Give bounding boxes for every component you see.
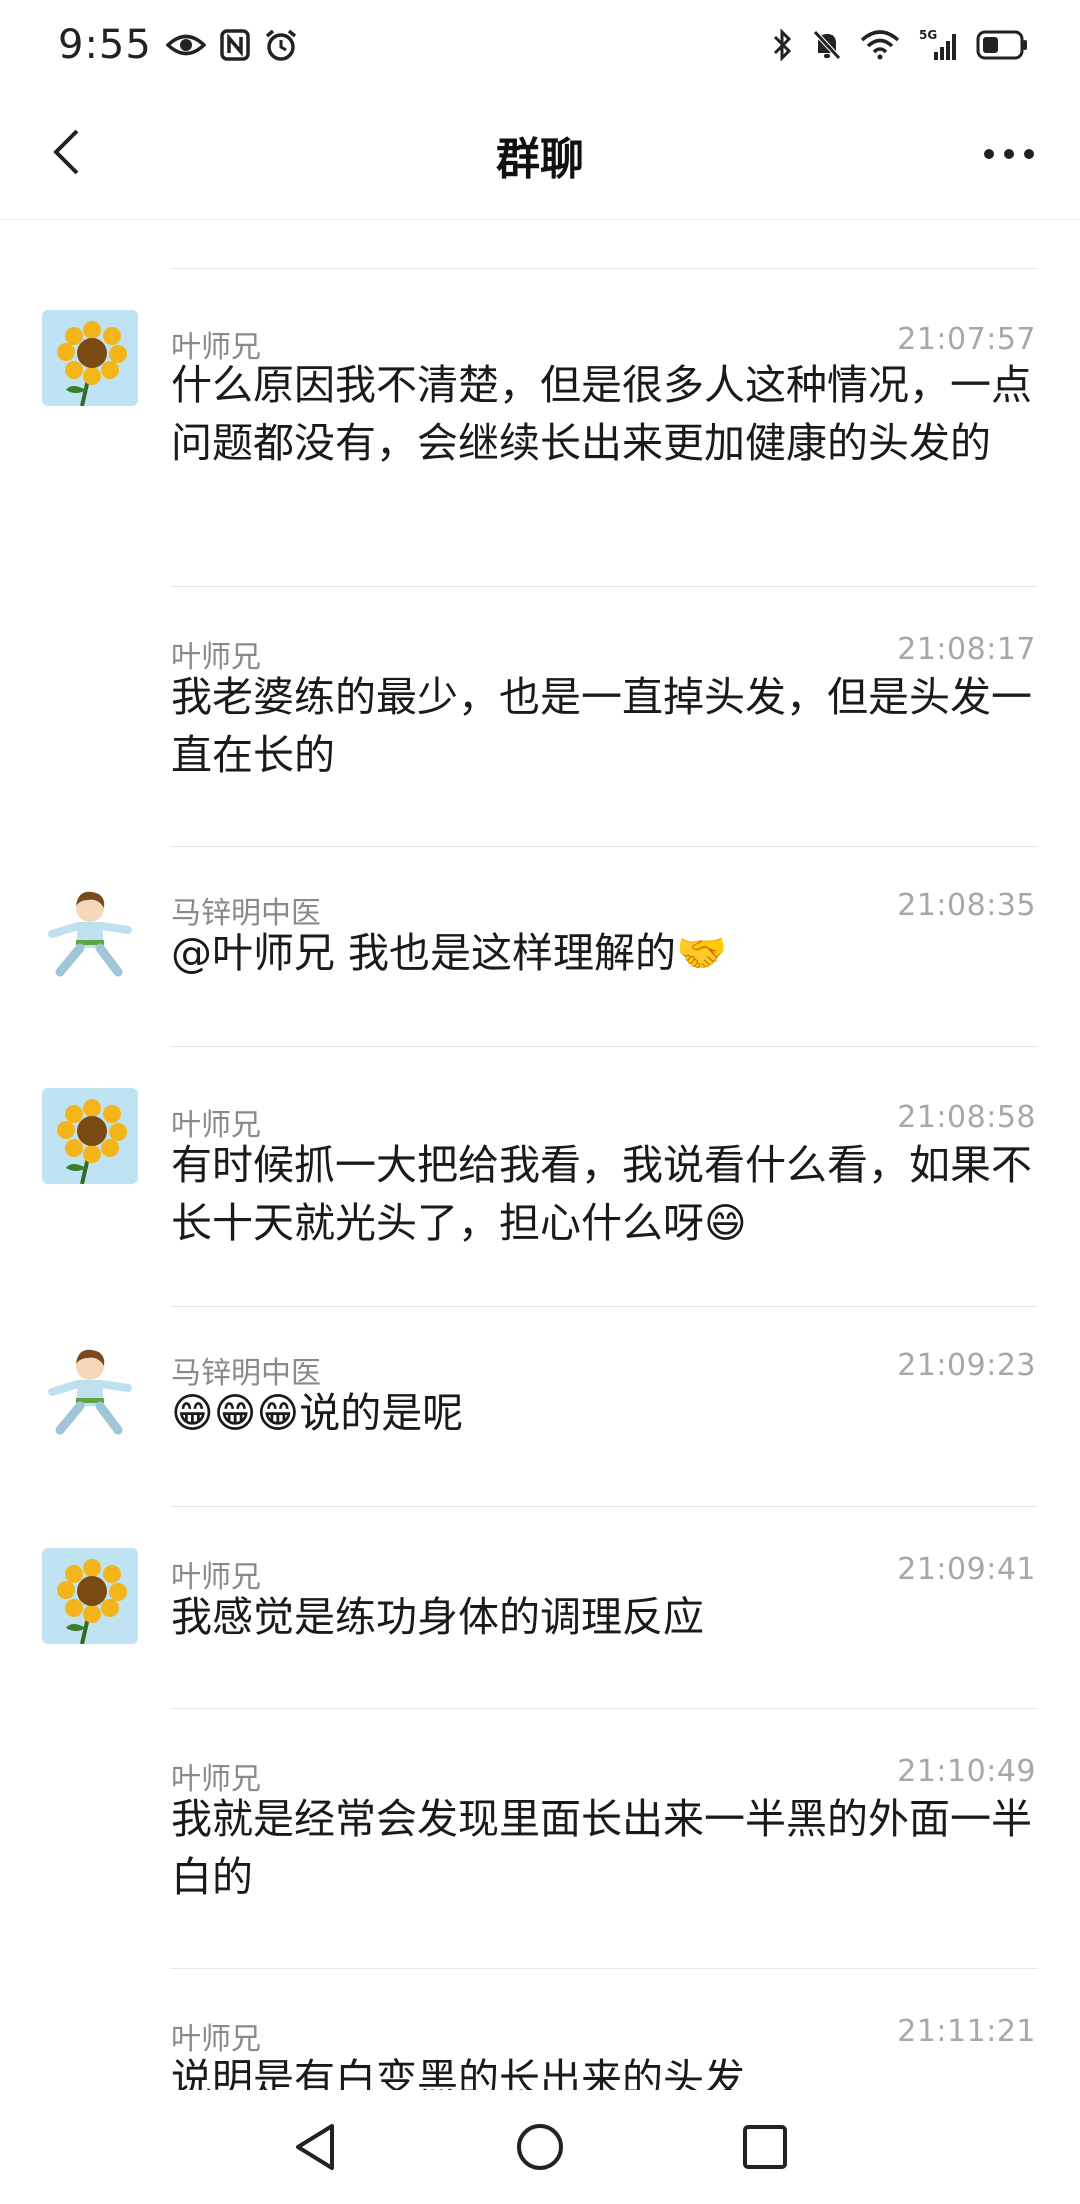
divider bbox=[170, 846, 1038, 847]
message-text: 😁😁😁说的是呢 bbox=[171, 1389, 464, 1437]
mute-icon bbox=[812, 29, 842, 61]
divider bbox=[170, 586, 1038, 587]
bluetooth-icon bbox=[772, 28, 794, 62]
eye-icon bbox=[165, 30, 206, 60]
header: 群聊 bbox=[0, 90, 1080, 220]
network-label: 5G bbox=[919, 28, 937, 42]
message-text: 我就是经常会发现里面长出来一半黑的外面一半白的 bbox=[171, 1795, 1032, 1901]
status-right: 5G bbox=[772, 28, 1028, 62]
status-bar: 9:55 5G bbox=[0, 0, 1080, 90]
signal-5g-icon: 5G bbox=[918, 28, 958, 62]
avatar-kungfu-boy[interactable] bbox=[42, 886, 138, 982]
avatar-sunflower[interactable] bbox=[42, 1548, 138, 1644]
message-time: 21:10:49 bbox=[897, 1754, 1036, 1789]
divider bbox=[170, 1708, 1038, 1709]
chevron-left-icon bbox=[51, 128, 81, 180]
back-button[interactable] bbox=[36, 122, 96, 186]
status-left: 9:55 bbox=[58, 22, 298, 68]
recents-square-icon bbox=[742, 2124, 788, 2174]
message-time: 21:08:58 bbox=[897, 1100, 1036, 1135]
more-dots-icon bbox=[983, 145, 1035, 164]
message-time: 21:08:35 bbox=[897, 888, 1036, 923]
message-list[interactable]: 叶师兄 21:07:57 什么原因我不清楚，但是很多人这种情况，一点问题都没有，… bbox=[0, 220, 1080, 2090]
message-text: 我感觉是练功身体的调理反应 bbox=[171, 1593, 704, 1641]
avatar-sunflower[interactable] bbox=[42, 310, 138, 406]
page-title: 群聊 bbox=[496, 133, 584, 185]
message-text: 说明是有白变黑的长出来的头发 bbox=[171, 2055, 745, 2090]
message-time: 21:08:17 bbox=[897, 632, 1036, 667]
avatar-sunflower[interactable] bbox=[42, 1088, 138, 1184]
nav-recents-button[interactable] bbox=[730, 2114, 800, 2184]
nav-home-button[interactable] bbox=[505, 2114, 575, 2184]
status-time: 9:55 bbox=[58, 22, 152, 68]
nfc-icon bbox=[220, 29, 250, 61]
nav-back-button[interactable] bbox=[280, 2114, 350, 2184]
divider bbox=[170, 268, 1038, 269]
message-time: 21:11:21 bbox=[897, 2014, 1036, 2049]
divider bbox=[170, 1968, 1038, 1969]
more-options-button[interactable] bbox=[974, 122, 1044, 186]
message-text: 什么原因我不清楚，但是很多人这种情况，一点问题都没有，会继续长出来更加健康的头发… bbox=[171, 361, 1032, 467]
divider bbox=[170, 1306, 1038, 1307]
home-circle-icon bbox=[515, 2122, 565, 2176]
message-time: 21:09:41 bbox=[897, 1552, 1036, 1587]
battery-icon bbox=[976, 29, 1028, 61]
avatar-kungfu-boy[interactable] bbox=[42, 1344, 138, 1440]
back-triangle-icon bbox=[292, 2122, 338, 2176]
message-time: 21:07:57 bbox=[897, 322, 1036, 357]
message-text: 有时候抓一大把给我看，我说看什么看，如果不长十天就光头了，担心什么呀😄 bbox=[171, 1141, 1032, 1247]
navigation-bar bbox=[0, 2090, 1080, 2204]
message-text: 我老婆练的最少，也是一直掉头发，但是头发一直在长的 bbox=[171, 673, 1032, 779]
message-text: @叶师兄 我也是这样理解的🤝 bbox=[171, 929, 728, 977]
alarm-icon bbox=[264, 28, 298, 62]
divider bbox=[170, 1046, 1038, 1047]
divider bbox=[170, 1506, 1038, 1507]
wifi-icon bbox=[860, 30, 900, 60]
message-time: 21:09:23 bbox=[897, 1348, 1036, 1383]
